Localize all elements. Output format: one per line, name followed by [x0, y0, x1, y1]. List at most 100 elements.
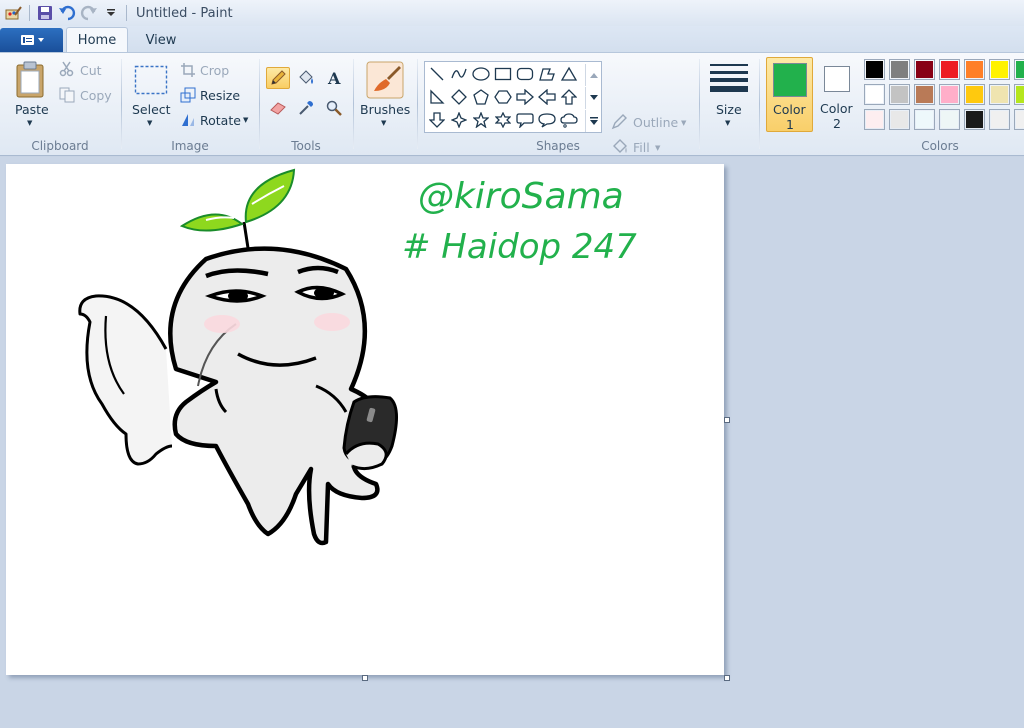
text-tool-button[interactable]: A [322, 67, 346, 89]
pentagon-shape[interactable] [471, 87, 491, 107]
file-menu-icon [20, 35, 44, 45]
size-button[interactable] [710, 63, 748, 96]
palette-swatch[interactable] [889, 59, 910, 80]
palette-swatch[interactable] [889, 109, 910, 130]
cut-button[interactable]: Cut [80, 63, 102, 78]
save-icon[interactable] [35, 3, 55, 23]
palette-swatch[interactable] [1014, 84, 1024, 105]
magnifier-icon [326, 100, 342, 116]
line-shape[interactable] [427, 64, 447, 84]
palette-swatch[interactable] [989, 84, 1010, 105]
magnifier-tool-button[interactable] [322, 97, 346, 119]
pencil-tool-button[interactable] [266, 67, 290, 89]
triangle-shape[interactable] [559, 64, 579, 84]
palette-swatch[interactable] [939, 84, 960, 105]
color-2-button[interactable]: Color 2 [815, 57, 860, 132]
expand-gallery-icon [589, 117, 598, 125]
copy-button[interactable]: Copy [80, 88, 112, 103]
crop-icon [180, 62, 196, 81]
eraser-tool-button[interactable] [266, 97, 290, 119]
diamond-shape[interactable] [449, 87, 469, 107]
shapes-scroll-down-button[interactable] [585, 87, 601, 109]
window-title: Untitled - Paint [136, 5, 233, 21]
brushes-dropdown-icon[interactable]: ▼ [381, 119, 386, 127]
four-point-star-shape[interactable] [449, 110, 469, 130]
six-point-star-shape[interactable] [493, 110, 513, 130]
palette-swatch-fill [866, 61, 883, 78]
right-triangle-icon [430, 89, 445, 104]
size-dropdown-icon[interactable]: ▼ [725, 119, 730, 127]
select-button[interactable] [134, 65, 168, 98]
right-arrow-shape[interactable] [515, 87, 535, 107]
palette-swatch[interactable] [964, 84, 985, 105]
palette-swatch[interactable] [1014, 109, 1024, 130]
palette-swatch[interactable] [914, 59, 935, 80]
palette-swatch[interactable] [914, 84, 935, 105]
paste-dropdown-icon[interactable]: ▼ [27, 119, 32, 127]
up-arrow-icon [561, 89, 577, 105]
canvas-resize-handle-corner[interactable] [724, 675, 730, 681]
color-1-button[interactable]: Color 1 [766, 57, 813, 132]
palette-swatch[interactable] [864, 59, 885, 80]
down-arrow-shape[interactable] [427, 110, 447, 130]
undo-icon[interactable] [57, 3, 77, 23]
rounded-rectangle-shape[interactable] [515, 64, 535, 84]
palette-swatch[interactable] [989, 59, 1010, 80]
cloud-callout-shape[interactable] [559, 110, 579, 130]
color-picker-tool-button[interactable] [294, 97, 318, 119]
shapes-scroll-up-button[interactable] [585, 64, 601, 86]
rectangle-shape[interactable] [493, 64, 513, 84]
resize-button[interactable]: Resize [200, 88, 240, 103]
left-arrow-shape[interactable] [537, 87, 557, 107]
crop-button[interactable]: Crop [200, 63, 229, 78]
palette-swatch-fill [1016, 86, 1024, 103]
paint-app-icon[interactable] [4, 3, 24, 23]
tab-home[interactable]: Home [66, 27, 128, 53]
oval-callout-shape[interactable] [537, 110, 557, 130]
up-arrow-shape[interactable] [559, 87, 579, 107]
select-dropdown-icon[interactable]: ▼ [147, 119, 152, 127]
palette-swatch[interactable] [864, 84, 885, 105]
palette-swatch-fill [966, 86, 983, 103]
oval-shape[interactable] [471, 64, 491, 84]
outline-button[interactable]: Outline [633, 115, 678, 130]
hexagon-shape[interactable] [493, 87, 513, 107]
rectangle-icon [494, 67, 512, 81]
file-menu-button[interactable] [0, 28, 63, 52]
customize-dropdown-icon[interactable] [101, 3, 121, 23]
right-triangle-shape[interactable] [427, 87, 447, 107]
color-1-swatch [773, 63, 807, 97]
polygon-shape[interactable] [537, 64, 557, 84]
fill-dropdown-icon[interactable]: ▼ [655, 144, 660, 152]
palette-swatch[interactable] [1014, 59, 1024, 80]
outline-dropdown-icon[interactable]: ▼ [681, 119, 686, 127]
rotate-dropdown-icon[interactable]: ▼ [243, 116, 248, 124]
separator [126, 5, 127, 21]
canvas-resize-handle-right[interactable] [724, 417, 730, 423]
rounded-callout-shape[interactable] [515, 110, 535, 130]
chevron-down-icon [589, 95, 598, 100]
rotate-button[interactable]: Rotate [200, 113, 241, 128]
shapes-expand-button[interactable] [585, 110, 601, 132]
fill-button[interactable]: Fill [633, 140, 650, 155]
title-bar: Untitled - Paint [0, 0, 1024, 26]
brushes-button[interactable] [366, 61, 404, 102]
palette-swatch[interactable] [864, 109, 885, 130]
palette-swatch[interactable] [914, 109, 935, 130]
palette-swatch[interactable] [964, 109, 985, 130]
fill-tool-button[interactable] [294, 67, 318, 89]
drawing-canvas[interactable]: @kiroSama # Haidop 247 [6, 164, 724, 675]
palette-swatch-fill [891, 61, 908, 78]
tab-view[interactable]: View [132, 28, 190, 52]
five-point-star-shape[interactable] [471, 110, 491, 130]
palette-swatch[interactable] [964, 59, 985, 80]
palette-swatch[interactable] [989, 109, 1010, 130]
redo-icon[interactable] [79, 3, 99, 23]
palette-swatch[interactable] [939, 59, 960, 80]
palette-swatch[interactable] [889, 84, 910, 105]
ribbon-tab-row: Home View [0, 26, 1024, 53]
paste-button[interactable] [14, 61, 46, 102]
palette-swatch[interactable] [939, 109, 960, 130]
canvas-resize-handle-bottom[interactable] [362, 675, 368, 681]
curve-shape[interactable] [449, 64, 469, 84]
